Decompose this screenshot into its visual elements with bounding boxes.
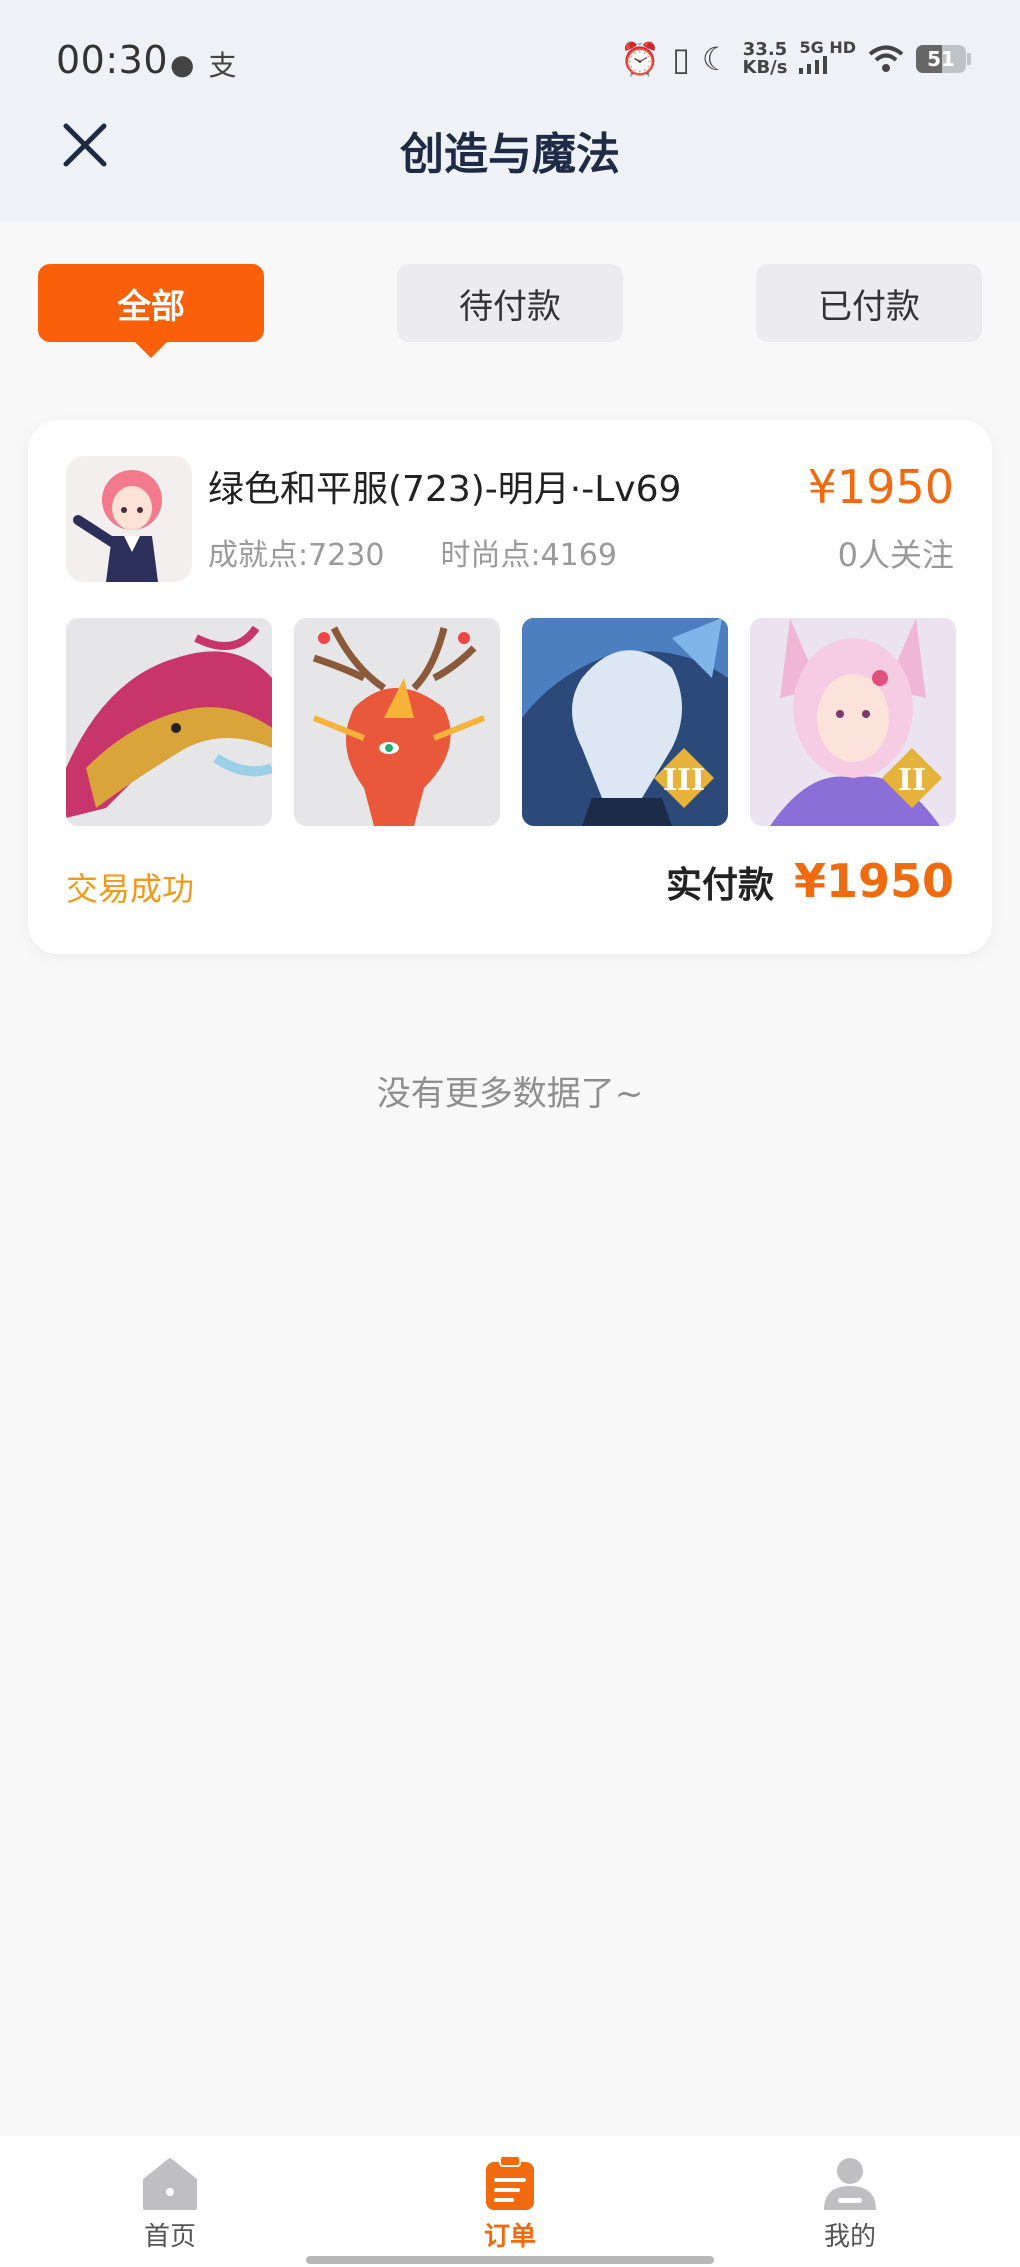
achievement-points: 成就点:7230 bbox=[208, 538, 385, 573]
tab-pending-payment[interactable]: 待付款 bbox=[397, 264, 623, 342]
thumbnail-fox-fairy[interactable]: II bbox=[750, 618, 956, 826]
thumbnail-dragon-red-gold[interactable] bbox=[66, 618, 272, 826]
battery-icon: 51 bbox=[916, 44, 971, 73]
order-title: 绿色和平服(723)-明月·-Lv69 bbox=[208, 469, 682, 510]
network-type: 5G HD bbox=[799, 40, 856, 77]
nav-orders[interactable]: 订单 bbox=[340, 2136, 680, 2267]
avatar bbox=[66, 456, 192, 582]
no-more-data: 没有更多数据了~ bbox=[376, 1074, 644, 1114]
thumbnail-ice-warrior[interactable]: III bbox=[522, 618, 728, 826]
nav-profile[interactable]: 我的 bbox=[680, 2136, 1020, 2267]
wechat-icon: ● bbox=[170, 47, 195, 81]
vibrate-icon: ▯ bbox=[672, 39, 690, 78]
nav-orders-label: 订单 bbox=[483, 2222, 536, 2252]
home-icon bbox=[143, 2158, 197, 2210]
alarm-icon: ⏰ bbox=[620, 39, 661, 78]
speed-value: 33.5 bbox=[742, 38, 788, 60]
svg-text:II: II bbox=[898, 763, 926, 798]
nav-profile-label: 我的 bbox=[823, 2222, 876, 2252]
paid-label: 实付款 bbox=[665, 865, 774, 906]
svg-text:III: III bbox=[663, 763, 705, 798]
bottom-nav: 首页 订单 我的 bbox=[0, 2136, 1020, 2267]
order-card[interactable]: 绿色和平服(723)-明月·-Lv69 成就点:7230 时尚点:4169 ¥1… bbox=[28, 420, 992, 954]
order-icon bbox=[486, 2156, 534, 2210]
user-icon bbox=[824, 2158, 876, 2210]
followers-count: 0人关注 bbox=[837, 536, 954, 574]
home-indicator[interactable] bbox=[306, 2256, 714, 2264]
notification-icons: ● 支 bbox=[170, 44, 236, 84]
network-label: 5G HD bbox=[799, 38, 856, 57]
paid-amount: ¥1950 bbox=[793, 854, 954, 908]
fashion-points: 时尚点:4169 bbox=[440, 538, 617, 573]
paid-summary: 实付款 ¥1950 bbox=[666, 854, 954, 908]
speed-unit: KB/s bbox=[742, 56, 788, 78]
thumbnail-dragon-antler-red[interactable] bbox=[294, 618, 500, 826]
moon-icon: ☾ bbox=[701, 39, 731, 78]
item-thumbnails: III II bbox=[66, 618, 956, 826]
status-time: 00:30 bbox=[56, 38, 169, 82]
header-area: 00:30 ● 支 ⏰ ▯ ☾ 33.5 KB/s 5G HD 51 创造与魔法 bbox=[0, 0, 1020, 222]
battery-level: 51 bbox=[927, 46, 955, 71]
character-avatar-image bbox=[66, 456, 192, 582]
tab-paid[interactable]: 已付款 bbox=[756, 264, 982, 342]
status-right: ⏰ ▯ ☾ 33.5 KB/s 5G HD 51 bbox=[620, 38, 971, 78]
tab-all[interactable]: 全部 bbox=[38, 264, 264, 358]
order-status: 交易成功 bbox=[66, 870, 195, 908]
order-price: ¥1950 bbox=[807, 460, 954, 514]
wifi-icon bbox=[868, 45, 904, 72]
page-title: 创造与魔法 bbox=[400, 129, 620, 180]
alipay-icon: 支 bbox=[208, 49, 237, 82]
order-meta: 成就点:7230 时尚点:4169 bbox=[208, 530, 617, 574]
nav-home-label: 首页 bbox=[143, 2222, 196, 2252]
signal-icon bbox=[799, 56, 828, 74]
nav-home[interactable]: 首页 bbox=[0, 2136, 340, 2267]
network-speed: 33.5 KB/s bbox=[742, 38, 788, 78]
